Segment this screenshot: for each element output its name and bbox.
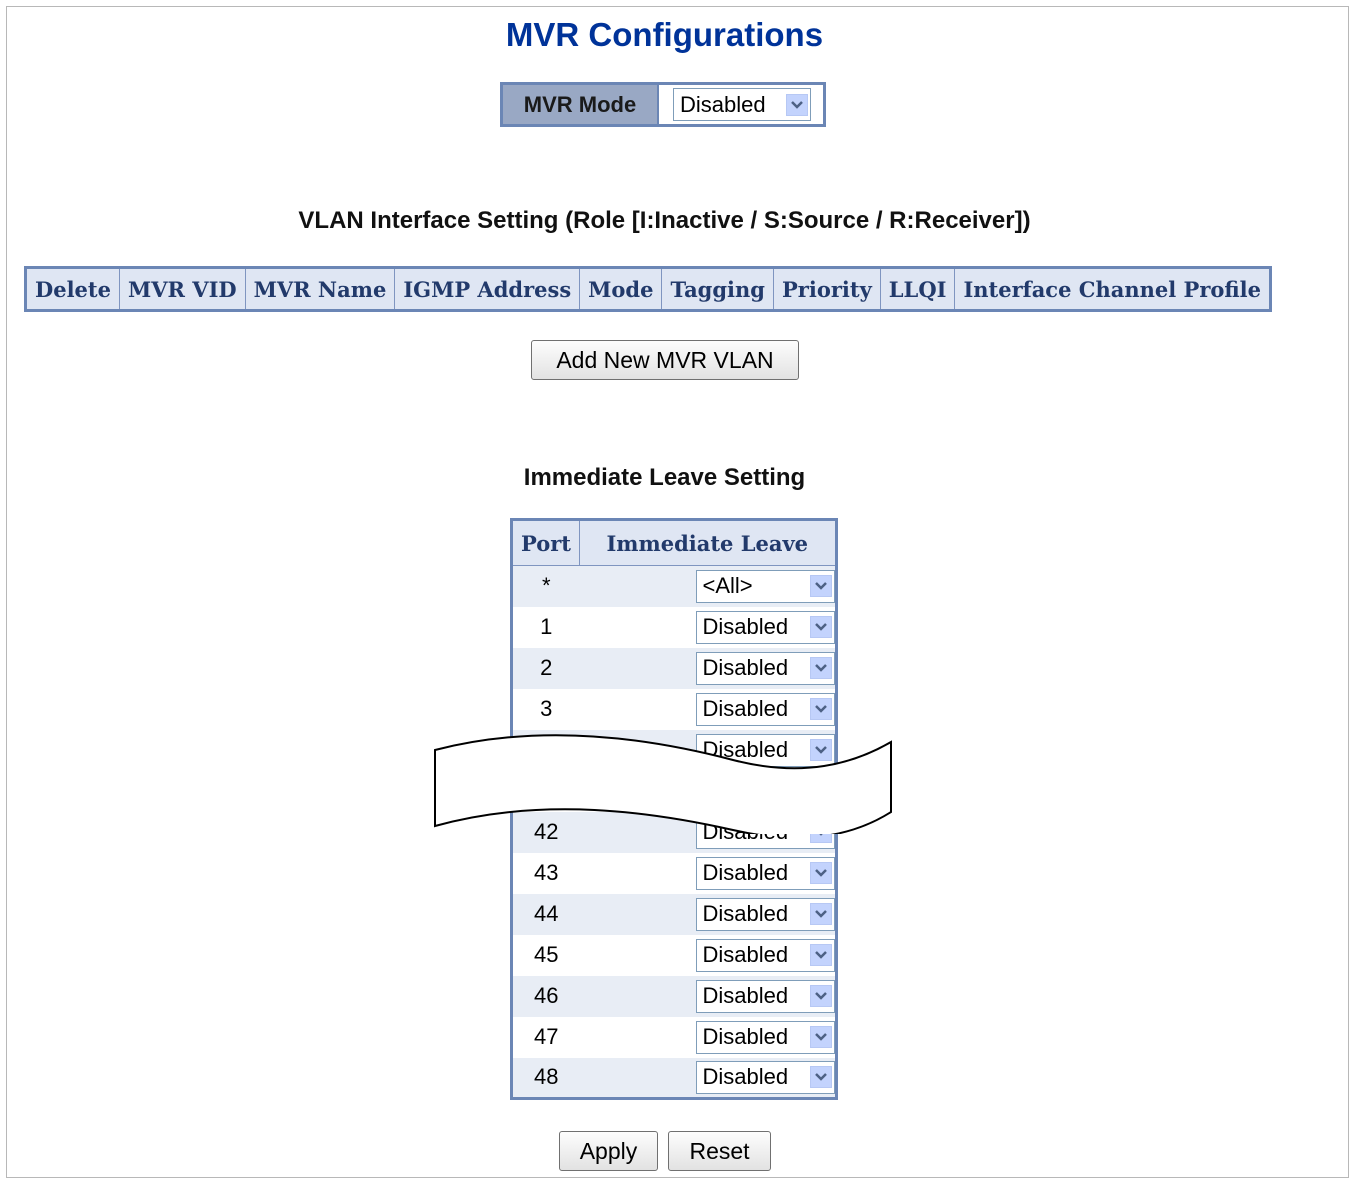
port-number: 43 — [534, 860, 559, 885]
table-row: 48 Disabled — [511, 1057, 836, 1099]
immediate-leave-select[interactable]: Disabled — [695, 897, 835, 931]
immediate-leave-select[interactable]: Disabled — [695, 1060, 835, 1094]
col-mode: Mode — [579, 267, 663, 311]
reset-button[interactable]: Reset — [668, 1131, 771, 1171]
mvr-mode-box: MVR Mode Disabled — [500, 82, 826, 127]
immediate-leave-cell: Disabled — [579, 893, 836, 935]
immediate-leave-select[interactable]: Disabled — [695, 856, 835, 890]
port-cell: 48 — [511, 1057, 580, 1099]
immediate-leave-cell: Disabled — [579, 647, 836, 689]
table-row: 2 Disabled — [511, 647, 836, 689]
mvr-mode-select[interactable]: Disabled — [673, 88, 811, 121]
port-number: * — [541, 573, 551, 599]
immediate-leave-value: Disabled — [702, 614, 789, 639]
port-cell: 1 — [511, 606, 580, 648]
immediate-leave-value: <All> — [702, 573, 753, 599]
immediate-leave-cell: Disabled — [579, 934, 836, 976]
vlan-table-header: Delete MVR VID MVR Name IGMP Address Mod… — [25, 267, 1271, 311]
port-cell: 46 — [511, 975, 580, 1017]
table-row: 47 Disabled — [511, 1016, 836, 1058]
col-interface-channel-profile: Interface Channel Profile — [954, 267, 1271, 311]
table-row: 3 Disabled — [511, 688, 836, 730]
port-number: 1 — [540, 614, 553, 639]
col-delete: Delete — [25, 267, 120, 311]
immediate-leave-select[interactable]: Disabled — [695, 979, 835, 1013]
port-cell: 43 — [511, 852, 580, 894]
immediate-leave-select[interactable]: Disabled — [695, 651, 835, 685]
chevron-down-icon — [809, 1026, 832, 1048]
port-cell: * — [511, 565, 580, 607]
col-llqi: LLQI — [879, 267, 956, 311]
immediate-leave-cell: Disabled — [579, 852, 836, 894]
chevron-down-icon — [809, 1066, 832, 1089]
leave-section-title: Immediate Leave Setting — [523, 464, 806, 491]
immediate-leave-cell: Disabled — [579, 688, 836, 730]
immediate-leave-value: Disabled — [702, 1024, 789, 1049]
col-igmp-address: IGMP Address — [394, 267, 581, 311]
table-row: 46 Disabled — [511, 975, 836, 1017]
table-row: * <All> — [511, 565, 836, 607]
immediate-leave-cell: Disabled — [579, 1057, 836, 1099]
immediate-leave-cell: Disabled — [579, 1016, 836, 1058]
table-row: 45 Disabled — [511, 934, 836, 976]
immediate-leave-value: Disabled — [702, 983, 789, 1008]
port-number: 47 — [534, 1024, 559, 1049]
chevron-down-icon — [809, 944, 832, 966]
immediate-leave-value: Disabled — [702, 860, 789, 885]
immediate-leave-select[interactable]: Disabled — [695, 1020, 835, 1054]
chevron-down-icon — [786, 93, 808, 116]
col-priority: Priority — [772, 267, 881, 311]
add-new-mvr-vlan-button[interactable]: Add New MVR VLAN — [531, 340, 799, 380]
port-number: 48 — [534, 1064, 559, 1090]
table-row: 43 Disabled — [511, 852, 836, 894]
col-tagging: Tagging — [661, 267, 774, 311]
chevron-down-icon — [809, 575, 832, 598]
vlan-section-title: VLAN Interface Setting (Role [I:Inactive… — [298, 207, 1031, 234]
col-immediate-leave: Immediate Leave — [579, 519, 837, 566]
leave-table-header: Port Immediate Leave — [511, 519, 837, 566]
immediate-leave-value: Disabled — [702, 901, 789, 926]
chevron-down-icon — [809, 657, 832, 679]
table-break-wave — [434, 734, 892, 834]
port-cell: 3 — [511, 688, 580, 730]
port-cell: 47 — [511, 1016, 580, 1058]
col-mvr-vid: MVR VID — [118, 267, 246, 311]
mvr-mode-select-value: Disabled — [680, 91, 766, 117]
chevron-down-icon — [809, 698, 832, 720]
port-number: 2 — [540, 655, 553, 680]
table-row: 44 Disabled — [511, 893, 836, 935]
vlan-table: Delete MVR VID MVR Name IGMP Address Mod… — [24, 266, 1272, 312]
table-row: 1 Disabled — [511, 606, 836, 648]
col-mvr-name: MVR Name — [244, 267, 396, 311]
immediate-leave-select[interactable]: Disabled — [695, 610, 835, 644]
immediate-leave-cell: Disabled — [579, 606, 836, 648]
chevron-down-icon — [809, 616, 832, 638]
immediate-leave-select[interactable]: Disabled — [695, 692, 835, 726]
chevron-down-icon — [809, 903, 832, 925]
port-cell: 44 — [511, 893, 580, 935]
port-number: 46 — [534, 983, 559, 1008]
port-cell: 45 — [511, 934, 580, 976]
port-cell: 2 — [511, 647, 580, 689]
page-title: MVR Configurations — [505, 16, 824, 53]
port-number: 45 — [534, 942, 559, 967]
immediate-leave-cell: <All> — [579, 565, 836, 607]
immediate-leave-cell: Disabled — [579, 975, 836, 1017]
immediate-leave-select[interactable]: <All> — [695, 569, 835, 603]
apply-button[interactable]: Apply — [559, 1131, 658, 1171]
immediate-leave-select[interactable]: Disabled — [695, 938, 835, 972]
chevron-down-icon — [809, 862, 832, 884]
chevron-down-icon — [809, 985, 832, 1007]
immediate-leave-value: Disabled — [702, 942, 789, 967]
port-number: 3 — [540, 696, 553, 721]
mvr-mode-cell: Disabled — [659, 85, 823, 124]
immediate-leave-value: Disabled — [702, 1064, 789, 1090]
immediate-leave-value: Disabled — [702, 696, 789, 721]
port-number: 44 — [534, 901, 559, 926]
col-port: Port — [511, 519, 580, 566]
mvr-mode-label: MVR Mode — [503, 85, 659, 124]
immediate-leave-value: Disabled — [702, 655, 789, 680]
